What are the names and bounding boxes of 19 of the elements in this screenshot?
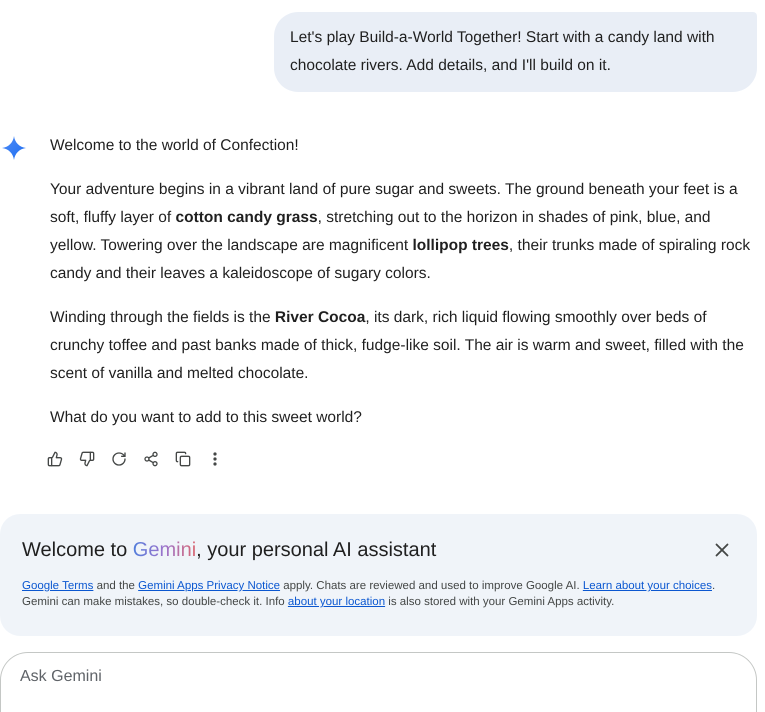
user-message: Let's play Build-a-World Together! Start with a candy land with chocolate rivers. Add details, and I'll build on it. [274, 12, 757, 92]
thumbs-down-icon [79, 451, 95, 467]
ask-field[interactable]: Ask Gemini [0, 652, 757, 712]
response-paragraph: Your adventure begins in a vibrant land of pure sugar and sweets. The ground beneath your feet is a soft, fluffy layer of cotton candy grass, stretching out to the horizon in shades of pink, blue, and yellow. Towering over the landscape are magnificent lollipop trees, their trunks made of spiraling rock candy and their leaves a kaleidoscope of sugary colors. [50, 180, 752, 284]
share-icon [143, 451, 159, 467]
refresh-icon [111, 451, 127, 467]
notice-title: Welcome to Gemini, your personal AI assistant [22, 538, 436, 563]
copy-icon [175, 451, 191, 467]
notice-link[interactable]: about your location [288, 596, 386, 608]
notice-link[interactable]: Google Terms [22, 580, 94, 592]
notice-text: Google Terms and the Gemini Apps Privacy Notice apply. Chats are reviewed and used to improve Google AI. Learn about your choices. Gemini can make mistakes, so double-check it. Info about your location is also stored with your Gemini Apps activity. [22, 579, 716, 610]
more-icon [213, 452, 217, 466]
response-paragraph: What do you want to add to this sweet world? [50, 408, 363, 428]
response-paragraph: Winding through the fields is the River Cocoa, its dark, rich liquid flowing smoothly over beds of crunchy toffee and past banks made of thick, fudge-like soil. The air is warm and sweet, filled with the scent of vanilla and melted chocolate. [50, 308, 745, 384]
notice-link[interactable]: Gemini Apps Privacy Notice [138, 580, 280, 592]
response-paragraph: Welcome to the world of Confection! [50, 136, 300, 156]
thumbs-up-icon [47, 451, 63, 467]
sparkle-icon [2, 136, 26, 160]
notice-link[interactable]: Learn about your choices [582, 580, 712, 592]
